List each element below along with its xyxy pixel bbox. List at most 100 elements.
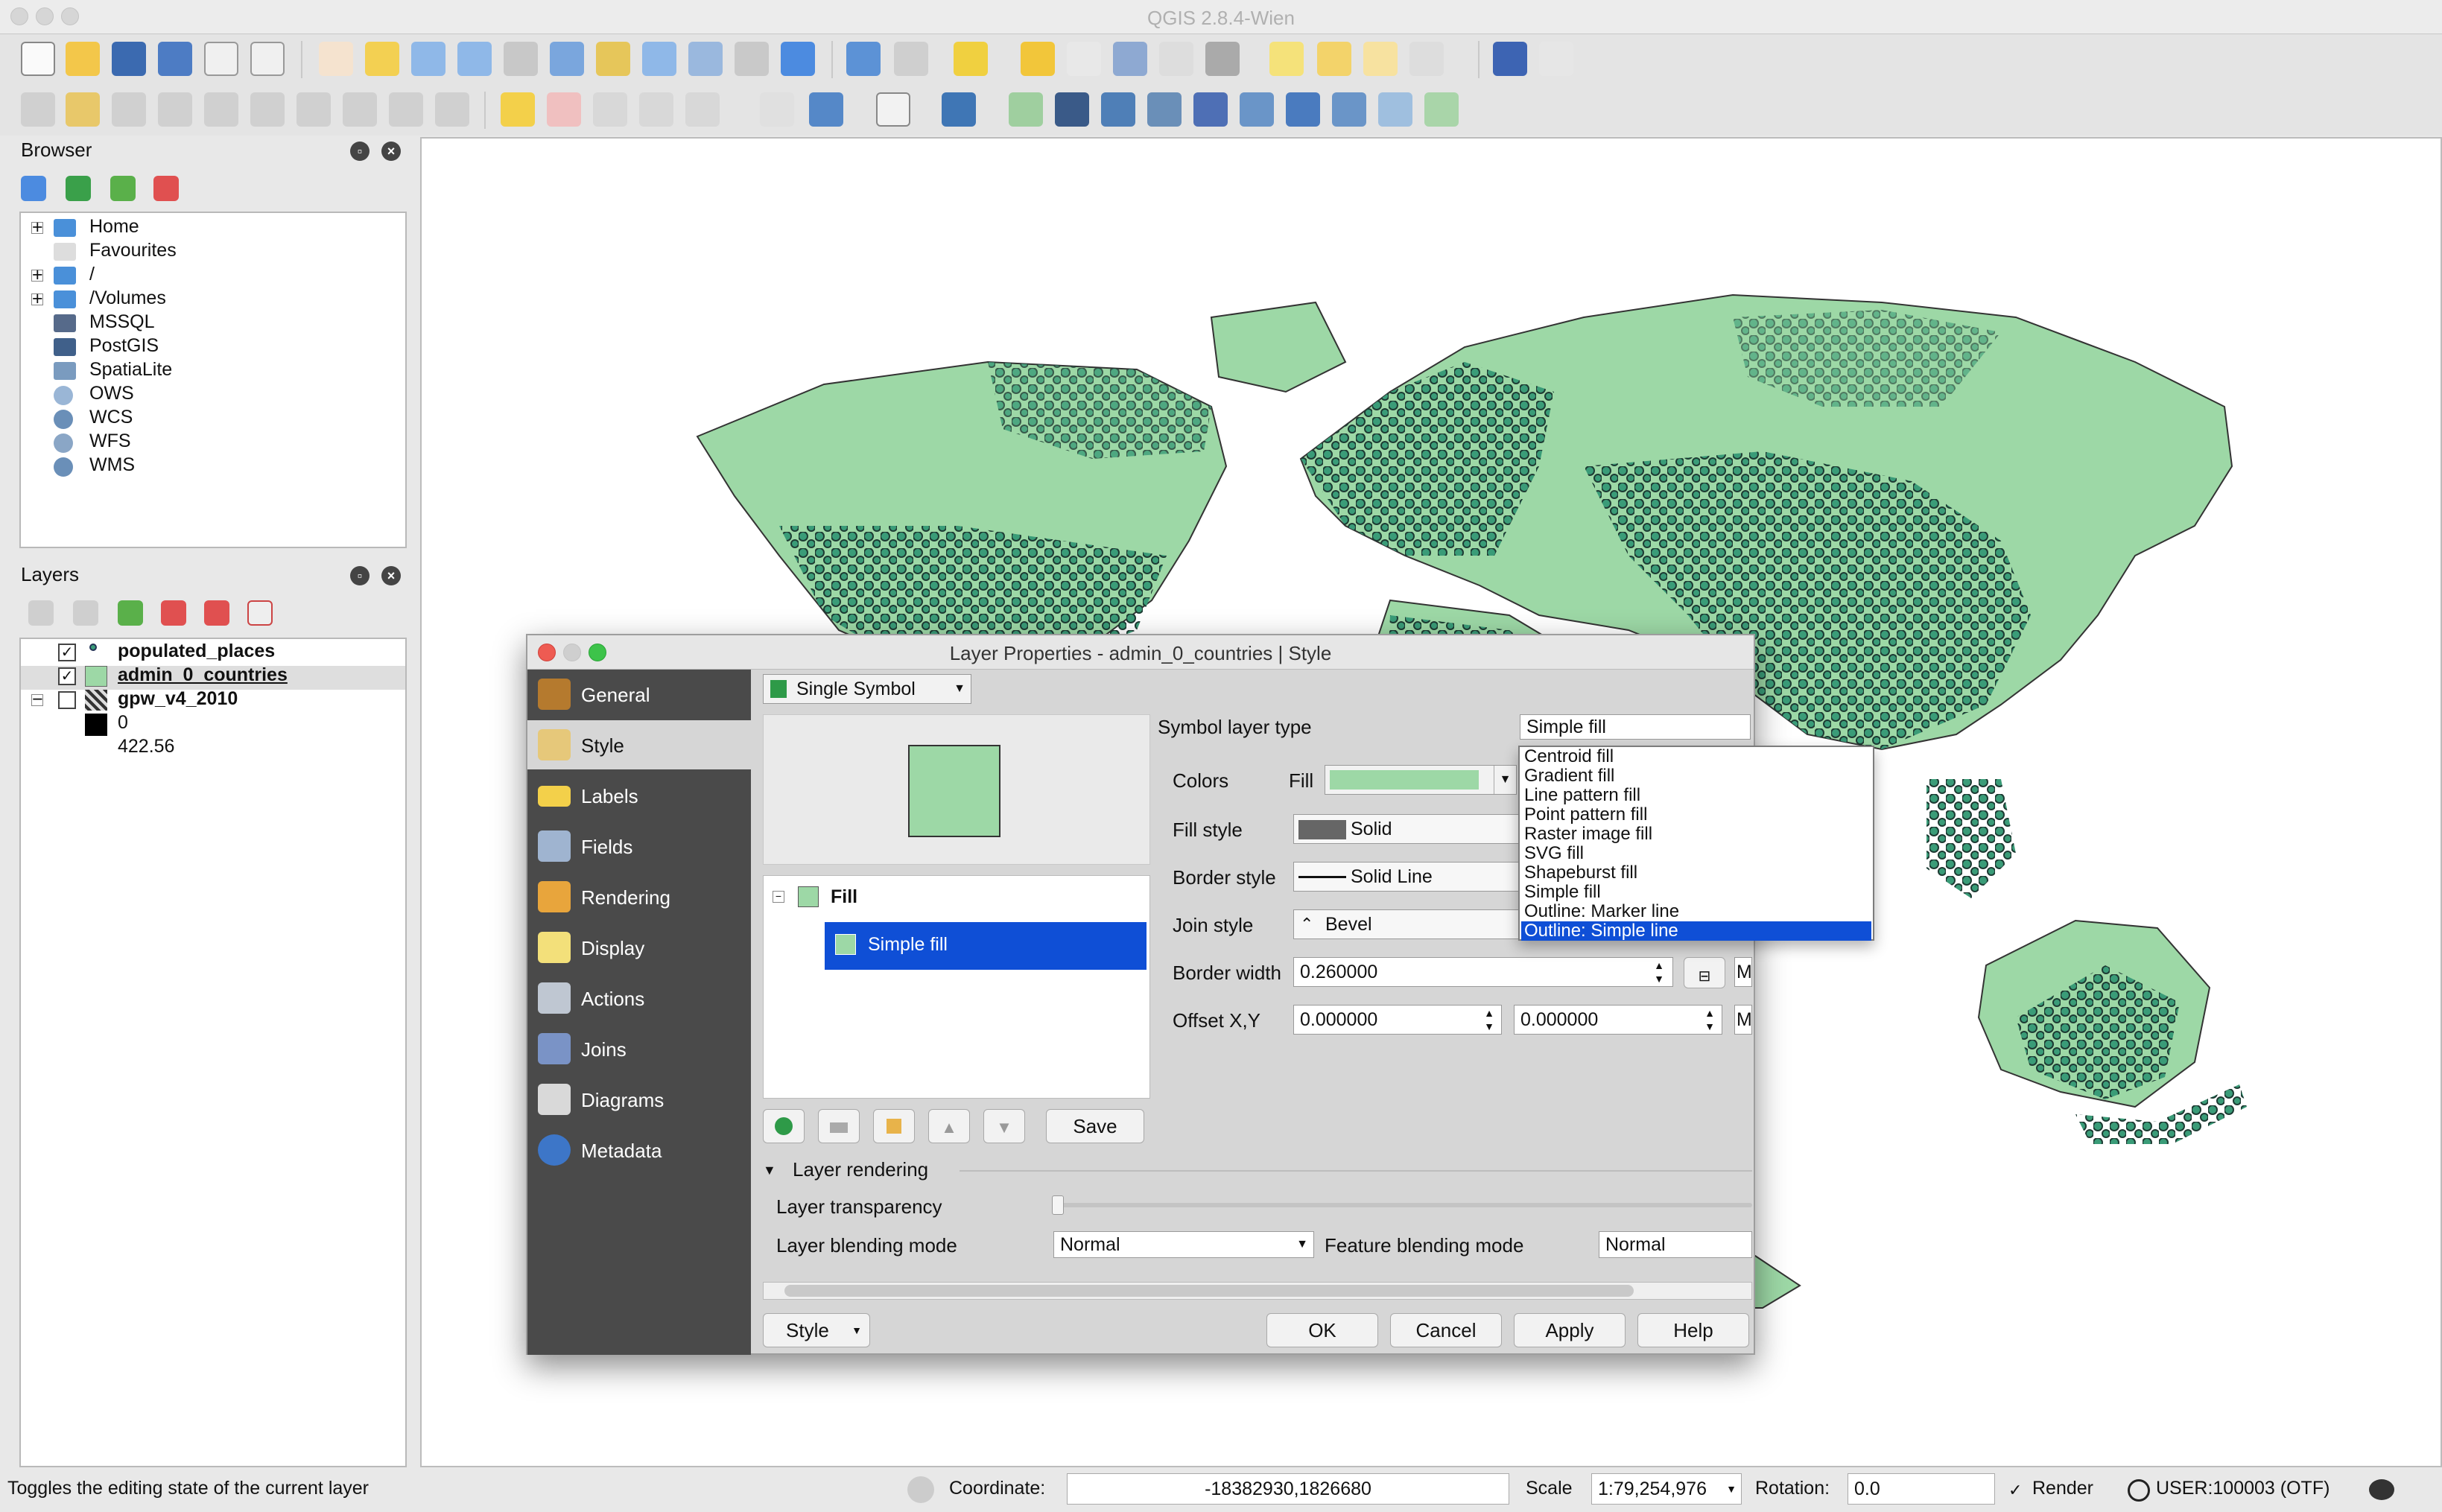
browser-item-root[interactable]: / <box>89 264 95 285</box>
new-shapefile-icon[interactable] <box>1424 92 1459 127</box>
toolbar-overflow-icon[interactable] <box>760 92 794 127</box>
show-bookmarks-icon[interactable] <box>1363 42 1398 76</box>
renderer-combo[interactable]: Single Symbol ▼ <box>763 674 971 704</box>
map-tips-icon[interactable] <box>1269 42 1304 76</box>
remove-layer-icon[interactable] <box>247 600 273 626</box>
copy-features-icon[interactable] <box>389 92 423 127</box>
zoom-native-icon[interactable] <box>504 42 538 76</box>
horizontal-scrollbar[interactable] <box>763 1282 1752 1300</box>
render-checkbox[interactable]: ✓ <box>2008 1481 2022 1500</box>
new-project-icon[interactable] <box>21 42 55 76</box>
statistics-icon[interactable] <box>1159 42 1193 76</box>
transparency-slider[interactable] <box>1052 1203 1752 1207</box>
fill-color-button[interactable]: ▼ <box>1325 765 1517 795</box>
save-edits-icon[interactable] <box>112 92 146 127</box>
messages-icon[interactable] <box>2369 1479 2394 1500</box>
lock-layer-button[interactable] <box>873 1109 915 1143</box>
browser-item-wfs[interactable]: WFS <box>89 431 131 452</box>
zoom-full-icon[interactable] <box>550 42 584 76</box>
move-label-icon[interactable] <box>639 92 673 127</box>
label-icon[interactable] <box>501 92 535 127</box>
help-button[interactable]: Help <box>1637 1313 1749 1347</box>
db-manager-icon[interactable] <box>809 92 843 127</box>
delete-selected-icon[interactable] <box>296 92 331 127</box>
zoom-out-icon[interactable] <box>457 42 492 76</box>
add-spatialite-layer-icon[interactable] <box>1147 92 1182 127</box>
node-tool-icon[interactable] <box>250 92 285 127</box>
browser-item-home[interactable]: Home <box>89 216 139 238</box>
collapse-all-icon[interactable] <box>153 176 179 201</box>
pin-labels-icon[interactable] <box>547 92 581 127</box>
layer-visibility-checkbox[interactable] <box>58 691 76 709</box>
crs-icon[interactable] <box>2128 1479 2150 1502</box>
collapse-all-icon[interactable] <box>204 600 229 626</box>
scrollbar-thumb[interactable] <box>784 1285 1634 1297</box>
spin-arrows-icon[interactable]: ▲ ▼ <box>1699 1006 1721 1033</box>
browser-item-ows[interactable]: OWS <box>89 383 134 404</box>
rotate-label-icon[interactable] <box>685 92 720 127</box>
collapse-icon[interactable]: − <box>31 690 43 709</box>
sidebar-item-diagrams[interactable]: Diagrams <box>527 1075 751 1124</box>
dropdown-option[interactable]: Simple fill <box>1524 883 1601 902</box>
layer-blending-combo[interactable]: Normal ▼ <box>1053 1231 1314 1258</box>
dropdown-option[interactable]: Point pattern fill <box>1524 805 1647 825</box>
sidebar-item-metadata[interactable]: Metadata <box>527 1125 751 1175</box>
zoom-in-icon[interactable] <box>411 42 445 76</box>
attribute-table-icon[interactable] <box>1113 42 1147 76</box>
join-style-combo[interactable]: ⌃ Bevel <box>1293 909 1520 939</box>
coordinate-toggle-icon[interactable] <box>907 1476 934 1503</box>
spin-arrows-icon[interactable]: ▲ ▼ <box>1648 959 1670 985</box>
save-style-button[interactable]: Save <box>1046 1109 1144 1143</box>
sidebar-item-fields[interactable]: Fields <box>527 822 751 871</box>
deselect-icon[interactable] <box>1021 42 1055 76</box>
fill-style-combo[interactable]: Solid <box>1293 814 1520 844</box>
layer-item-gpw-v4-2010[interactable]: gpw_v4_2010 <box>118 688 238 710</box>
add-wcs-layer-icon[interactable] <box>1286 92 1320 127</box>
rotation-spinbox[interactable]: 0.0 <box>1848 1473 1995 1505</box>
add-raster-layer-icon[interactable] <box>1055 92 1089 127</box>
add-symbol-layer-button[interactable] <box>763 1109 805 1143</box>
open-layer-styling-icon[interactable] <box>28 600 54 626</box>
pan-to-selection-icon[interactable] <box>365 42 399 76</box>
collapse-icon[interactable]: − <box>773 891 784 903</box>
refresh-icon[interactable] <box>21 176 46 201</box>
dropdown-option[interactable]: Line pattern fill <box>1524 786 1640 805</box>
expand-all-icon[interactable] <box>161 600 186 626</box>
offset-x-spinbox[interactable]: 0.000000 <box>1293 1005 1502 1035</box>
dropdown-option[interactable]: Raster image fill <box>1524 825 1652 844</box>
sidebar-item-display[interactable]: Display <box>527 923 751 972</box>
text-annotation-icon[interactable] <box>1409 42 1444 76</box>
pan-icon[interactable] <box>319 42 353 76</box>
new-bookmark-icon[interactable] <box>1317 42 1351 76</box>
apply-button[interactable]: Apply <box>1514 1313 1626 1347</box>
dropdown-option[interactable]: Shapeburst fill <box>1524 863 1637 883</box>
expression-select-icon[interactable] <box>1067 42 1101 76</box>
sidebar-item-joins[interactable]: Joins <box>527 1024 751 1073</box>
cut-features-icon[interactable] <box>343 92 377 127</box>
add-wfs-layer-icon[interactable] <box>1332 92 1366 127</box>
csw-icon[interactable] <box>876 92 910 127</box>
sidebar-item-rendering[interactable]: Rendering <box>527 872 751 921</box>
save-as-icon[interactable] <box>158 42 192 76</box>
browser-item-wcs[interactable]: WCS <box>89 407 133 428</box>
identify-icon[interactable] <box>846 42 881 76</box>
symbol-layer-type-combo[interactable]: Simple fill <box>1520 714 1751 740</box>
save-project-icon[interactable] <box>112 42 146 76</box>
crs-status[interactable]: USER:100003 (OTF) <box>2156 1478 2330 1499</box>
close-panel-icon[interactable]: × <box>381 142 401 161</box>
layer-visibility-checkbox[interactable]: ✓ <box>58 644 76 661</box>
dropdown-option[interactable]: Gradient fill <box>1524 766 1614 786</box>
add-delimited-text-icon[interactable] <box>1378 92 1412 127</box>
paste-features-icon[interactable] <box>435 92 469 127</box>
zoom-last-icon[interactable] <box>688 42 723 76</box>
whats-this-icon[interactable] <box>1539 42 1573 76</box>
coordinate-field[interactable]: -18382930,1826680 <box>1067 1473 1509 1505</box>
measure-icon[interactable] <box>1205 42 1240 76</box>
data-defined-button[interactable]: ⊟ <box>1684 957 1725 988</box>
zoom-next-icon[interactable] <box>735 42 769 76</box>
browser-item-mssql[interactable]: MSSQL <box>89 311 155 333</box>
layer-item-admin-0-countries[interactable]: admin_0_countries <box>118 664 288 686</box>
current-edits-icon[interactable] <box>21 92 55 127</box>
ok-button[interactable]: OK <box>1266 1313 1378 1347</box>
add-selected-layer-icon[interactable] <box>66 176 91 201</box>
